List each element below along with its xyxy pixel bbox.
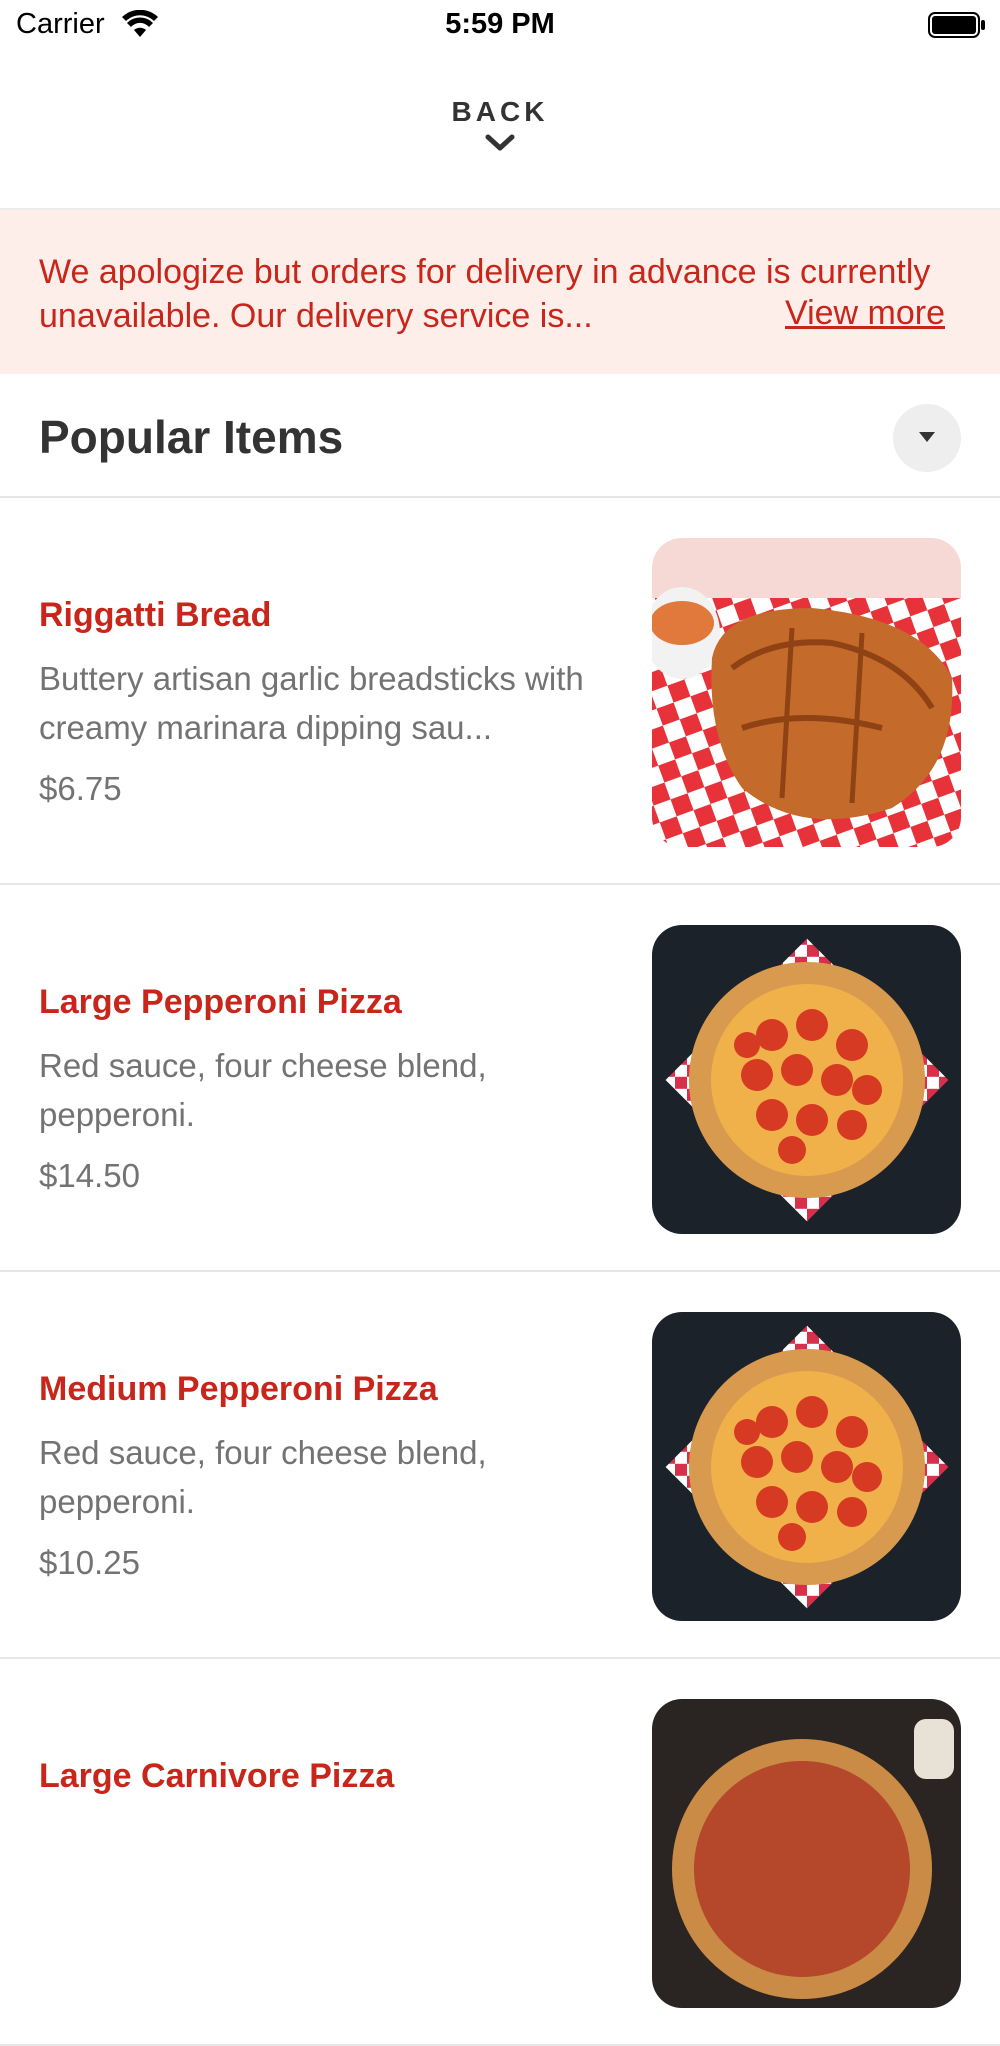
item-name: Large Pepperoni Pizza bbox=[39, 983, 402, 1021]
item-name: Large Carnivore Pizza bbox=[39, 1757, 395, 1795]
item-description: Red sauce, four cheese blend, pepperoni. bbox=[39, 1434, 487, 1520]
status-time: 5:59 PM bbox=[445, 8, 555, 40]
medium-pepperoni-pizza-image bbox=[652, 1312, 961, 1621]
view-more-link[interactable]: View more bbox=[785, 294, 945, 333]
back-button[interactable]: BACK bbox=[0, 96, 1000, 152]
menu-item-large-carnivore-pizza[interactable]: Large Carnivore Pizza bbox=[0, 1659, 1000, 2046]
item-price: $6.75 bbox=[39, 770, 122, 807]
riggatti-bread-image bbox=[652, 538, 961, 847]
caret-down-icon bbox=[919, 432, 935, 442]
delivery-notice-banner: We apologize but orders for delivery in … bbox=[0, 208, 1000, 374]
battery-icon bbox=[928, 12, 985, 38]
chevron-down-icon bbox=[485, 134, 515, 151]
large-pepperoni-pizza-image bbox=[652, 925, 961, 1234]
item-name: Riggatti Bread bbox=[39, 596, 272, 634]
menu-item-riggatti-bread[interactable]: Riggatti Bread Buttery artisan garlic br… bbox=[0, 498, 1000, 885]
large-carnivore-pizza-image bbox=[652, 1699, 961, 2008]
item-description: Buttery artisan garlic breadsticks with … bbox=[39, 660, 584, 746]
section-title: Popular Items bbox=[39, 411, 344, 463]
item-description: Red sauce, four cheese blend, pepperoni. bbox=[39, 1047, 487, 1133]
back-label: BACK bbox=[451, 96, 549, 127]
status-bar: Carrier 5:59 PM bbox=[0, 0, 1000, 50]
item-name: Medium Pepperoni Pizza bbox=[39, 1370, 438, 1408]
item-price: $14.50 bbox=[39, 1157, 140, 1194]
popular-items-header: Popular Items bbox=[0, 374, 1000, 498]
menu-item-medium-pepperoni-pizza[interactable]: Medium Pepperoni Pizza Red sauce, four c… bbox=[0, 1272, 1000, 1659]
item-price: $10.25 bbox=[39, 1544, 140, 1581]
collapse-section-button[interactable] bbox=[893, 404, 961, 472]
menu-item-large-pepperoni-pizza[interactable]: Large Pepperoni Pizza Red sauce, four ch… bbox=[0, 885, 1000, 1272]
